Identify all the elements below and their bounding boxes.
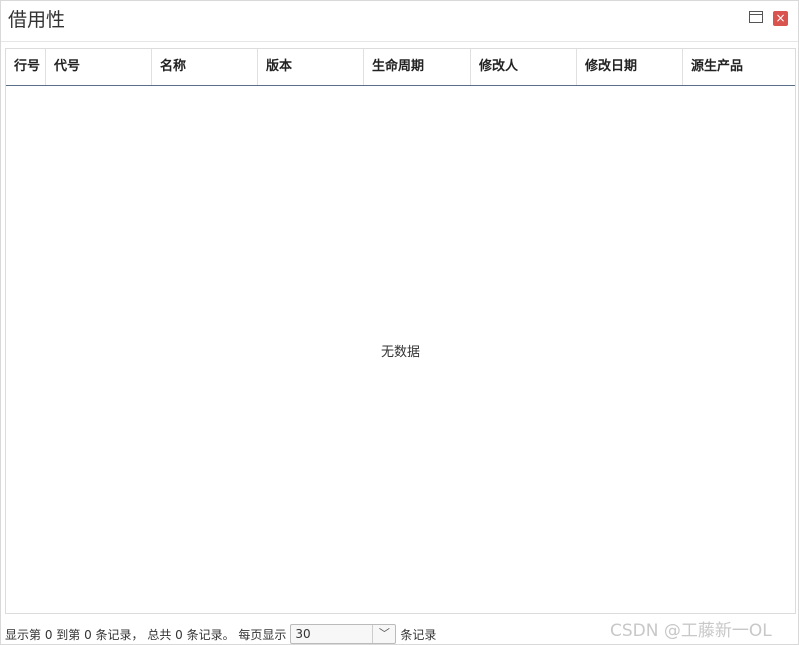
dialog-titlebar: 借用性 × xyxy=(1,1,798,42)
pagination-suffix: 条记录 xyxy=(400,627,437,642)
empty-state-text: 无数据 xyxy=(380,345,420,360)
maximize-icon[interactable] xyxy=(749,11,763,23)
page-size-value: 30 xyxy=(295,627,311,641)
column-header-code[interactable]: 代号 xyxy=(46,49,152,85)
close-icon[interactable]: × xyxy=(773,11,788,26)
chevron-down-icon[interactable]: ﹀ xyxy=(372,625,395,643)
pagination-summary: 显示第 0 到第 0 条记录， 总共 0 条记录。 每页显示 xyxy=(5,627,287,642)
column-header-lifecycle[interactable]: 生命周期 xyxy=(364,49,471,85)
watermark: CSDN @工藤新一OL xyxy=(610,621,772,641)
column-header-version[interactable]: 版本 xyxy=(258,49,364,85)
table-header: 行号 代号 名称 版本 生命周期 修改人 修改日期 源生产品 xyxy=(6,49,795,86)
borrowability-dialog: 借用性 × 行号 代号 名称 版本 生命周期 修改人 修改日期 源生产品 无数据… xyxy=(0,0,799,645)
column-header-modifier[interactable]: 修改人 xyxy=(471,49,577,85)
column-header-row-number[interactable]: 行号 xyxy=(6,49,46,85)
pagination-bar: 显示第 0 到第 0 条记录， 总共 0 条记录。 每页显示 30 ﹀ 条记录 xyxy=(5,623,436,645)
column-header-source-product[interactable]: 源生产品 xyxy=(683,49,795,85)
page-size-select[interactable]: 30 ﹀ xyxy=(290,624,397,644)
dialog-title: 借用性 xyxy=(8,9,66,31)
column-header-modified-date[interactable]: 修改日期 xyxy=(577,49,683,85)
column-header-name[interactable]: 名称 xyxy=(152,49,258,85)
data-grid: 行号 代号 名称 版本 生命周期 修改人 修改日期 源生产品 无数据 xyxy=(5,48,796,614)
